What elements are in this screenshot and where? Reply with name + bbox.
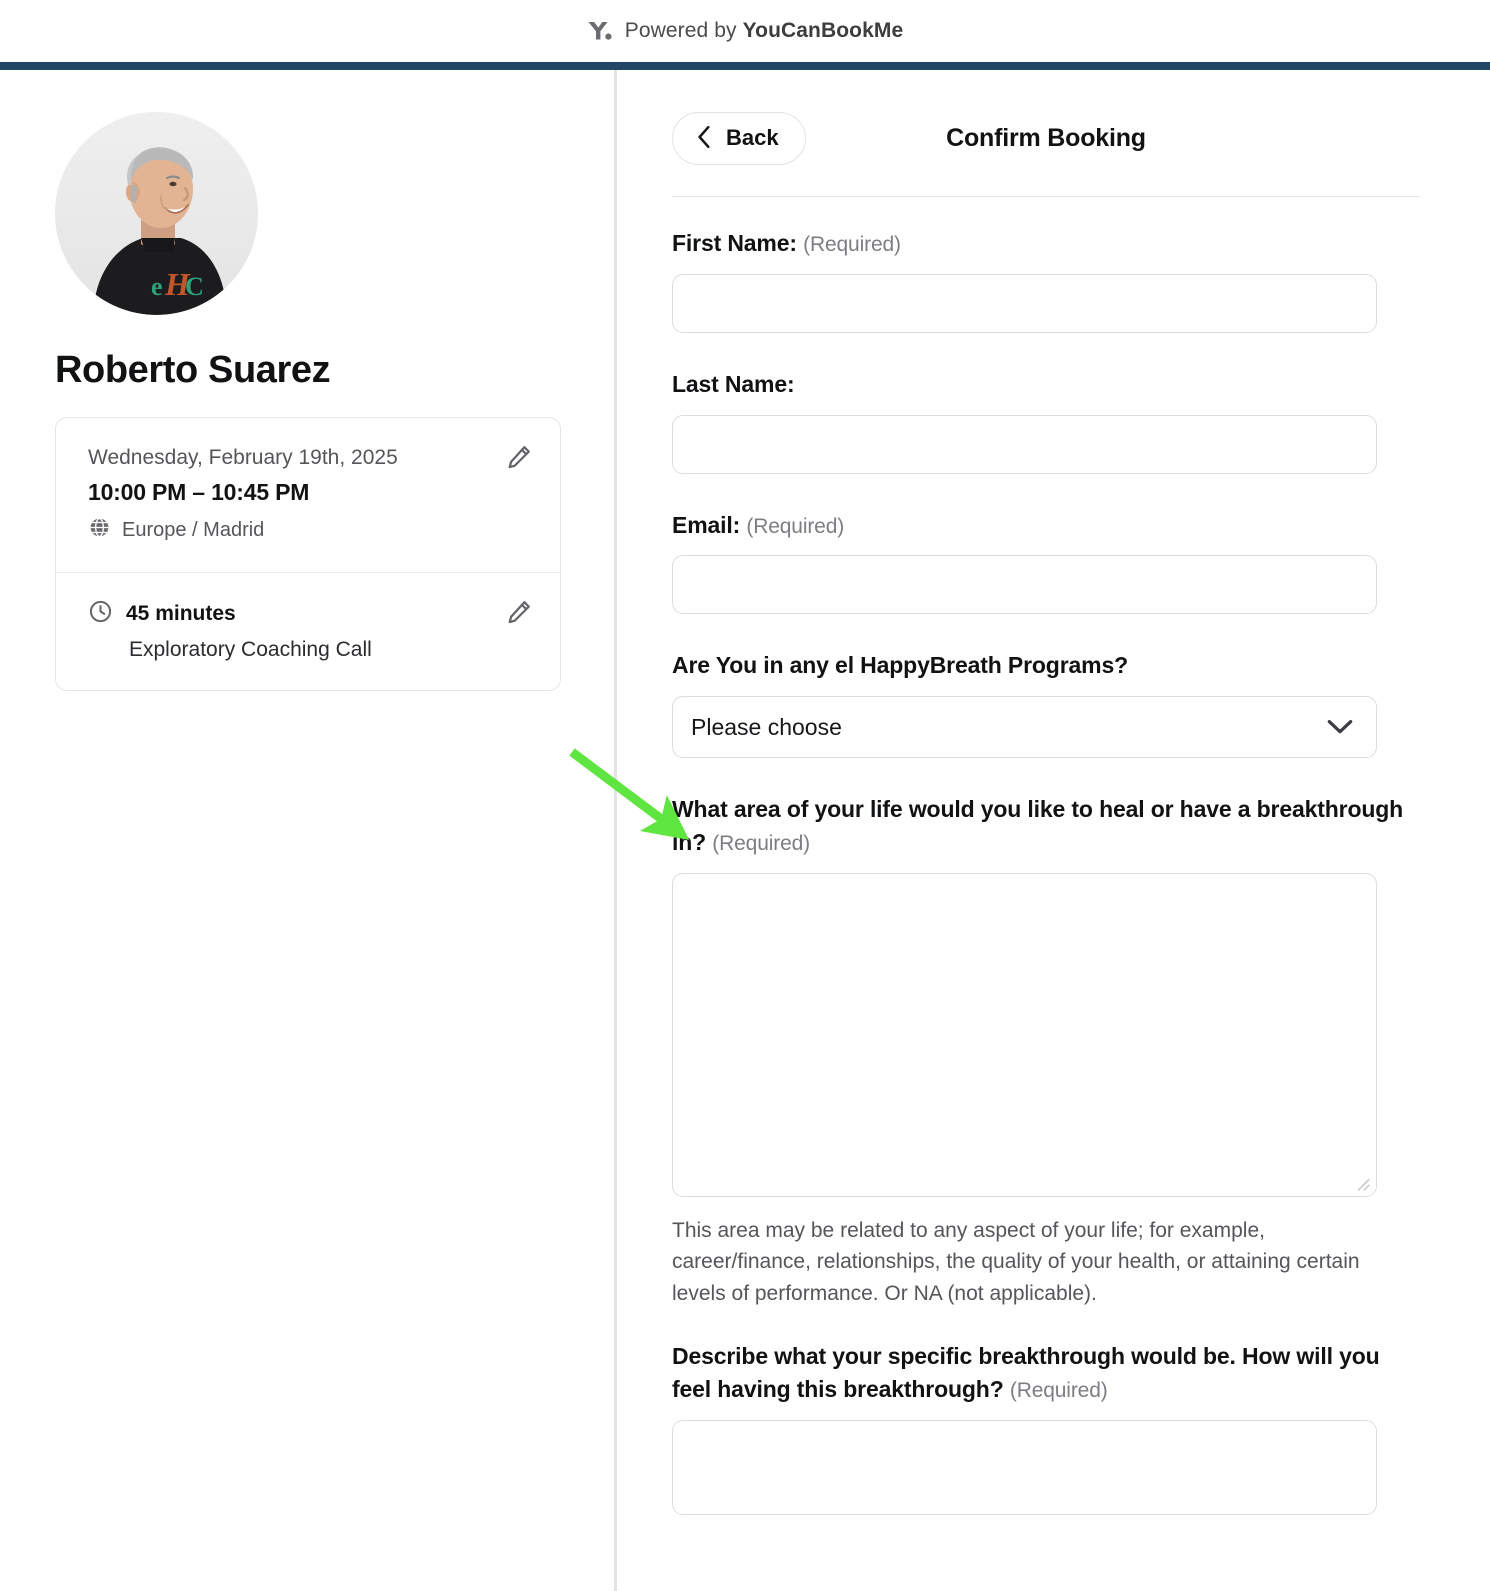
pencil-icon xyxy=(508,446,530,469)
first-name-input[interactable] xyxy=(672,273,1377,333)
page-title: Confirm Booking xyxy=(946,123,1146,152)
svg-text:C: C xyxy=(185,272,204,301)
field-label-happybreath-programs: Are You in any el HappyBreath Programs? xyxy=(672,652,1128,679)
host-name: Roberto Suarez xyxy=(55,349,331,391)
specific-breakthrough-textarea-box[interactable] xyxy=(672,1419,1377,1515)
programs-select[interactable]: Please choose xyxy=(672,696,1377,759)
timezone-row: Europe / Madrid xyxy=(88,516,530,544)
datetime-block: Wednesday, February 19th, 2025 10:00 PM … xyxy=(56,418,560,572)
field-label-first-name: First Name: (Required) xyxy=(672,227,1420,260)
event-name: Exploratory Coaching Call xyxy=(129,638,372,662)
clock-icon xyxy=(88,599,113,629)
host-sidebar: e H C Roberto Suarez Wednesday, February… xyxy=(0,70,617,1591)
back-button[interactable]: Back xyxy=(672,111,806,165)
field-happybreath-programs: Are You in any el HappyBreath Programs? … xyxy=(672,649,1420,759)
booking-timezone: Europe / Madrid xyxy=(122,518,265,541)
required-note: (Required) xyxy=(803,233,901,256)
booking-form: First Name: (Required) Last Name: Email:… xyxy=(672,197,1420,1515)
chevron-left-icon xyxy=(695,125,714,152)
label-text: Last Name: xyxy=(672,370,795,397)
booking-time-range: 10:00 PM – 10:45 PM xyxy=(88,479,310,506)
duration-row: 45 minutes xyxy=(88,599,530,629)
last-name-input[interactable] xyxy=(672,414,1377,474)
ycbm-y-dot-logo xyxy=(587,20,613,42)
field-label-heal-area: What area of your life would you like to… xyxy=(672,793,1420,858)
booking-page: Powered by YouCanBookMe e H C Roberto Su… xyxy=(0,0,1490,1591)
back-button-label: Back xyxy=(726,125,779,150)
edit-duration-button[interactable] xyxy=(504,597,534,627)
booking-summary-card: Wednesday, February 19th, 2025 10:00 PM … xyxy=(55,417,561,692)
field-heal-area: What area of your life would you like to… xyxy=(672,793,1420,1310)
programs-select-value: Please choose xyxy=(691,713,842,740)
field-label-last-name: Last Name: xyxy=(672,368,1420,401)
pencil-icon xyxy=(508,601,530,624)
field-first-name: First Name: (Required) xyxy=(672,227,1420,333)
edit-datetime-button[interactable] xyxy=(504,442,534,472)
heal-area-help-text: This area may be related to any aspect o… xyxy=(672,1218,1360,1306)
booking-form-panel: Back Confirm Booking First Name: (Requir… xyxy=(617,70,1490,1591)
duration-block: 45 minutes Exploratory Coaching Call xyxy=(56,572,560,690)
field-label-email: Email: (Required) xyxy=(672,509,1420,542)
powered-by-bar: Powered by YouCanBookMe xyxy=(0,0,1490,62)
svg-text:e: e xyxy=(151,272,163,301)
field-specific-breakthrough: Describe what your specific breakthrough… xyxy=(672,1340,1420,1515)
label-text: Email: xyxy=(672,511,741,538)
required-note: (Required) xyxy=(1009,1378,1108,1402)
powered-by-text: Powered by YouCanBookMe xyxy=(625,19,904,43)
powered-by-prefix: Powered by xyxy=(624,19,743,42)
programs-select-wrap: Please choose xyxy=(672,696,1377,759)
navbar-accent-rule xyxy=(0,62,1490,70)
heal-area-textarea-box[interactable] xyxy=(672,872,1377,1197)
resize-handle-icon[interactable] xyxy=(1354,1175,1370,1191)
booking-date: Wednesday, February 19th, 2025 xyxy=(88,446,398,469)
duration-value: 45 minutes xyxy=(126,602,236,626)
email-input[interactable] xyxy=(672,555,1377,615)
avatar: e H C xyxy=(55,112,258,315)
chevron-down-icon xyxy=(1327,718,1353,736)
field-label-specific-breakthrough: Describe what your specific breakthrough… xyxy=(672,1340,1420,1405)
label-text: First Name: xyxy=(672,230,797,256)
page-body: e H C Roberto Suarez Wednesday, February… xyxy=(0,70,1490,1591)
brand-name: YouCanBookMe xyxy=(742,19,904,42)
required-note: (Required) xyxy=(746,514,845,538)
panel-header: Back Confirm Booking xyxy=(672,110,1420,166)
globe-icon xyxy=(88,516,111,544)
field-last-name: Last Name: xyxy=(672,368,1420,474)
required-note: (Required) xyxy=(712,831,811,855)
field-email: Email: (Required) xyxy=(672,509,1420,615)
